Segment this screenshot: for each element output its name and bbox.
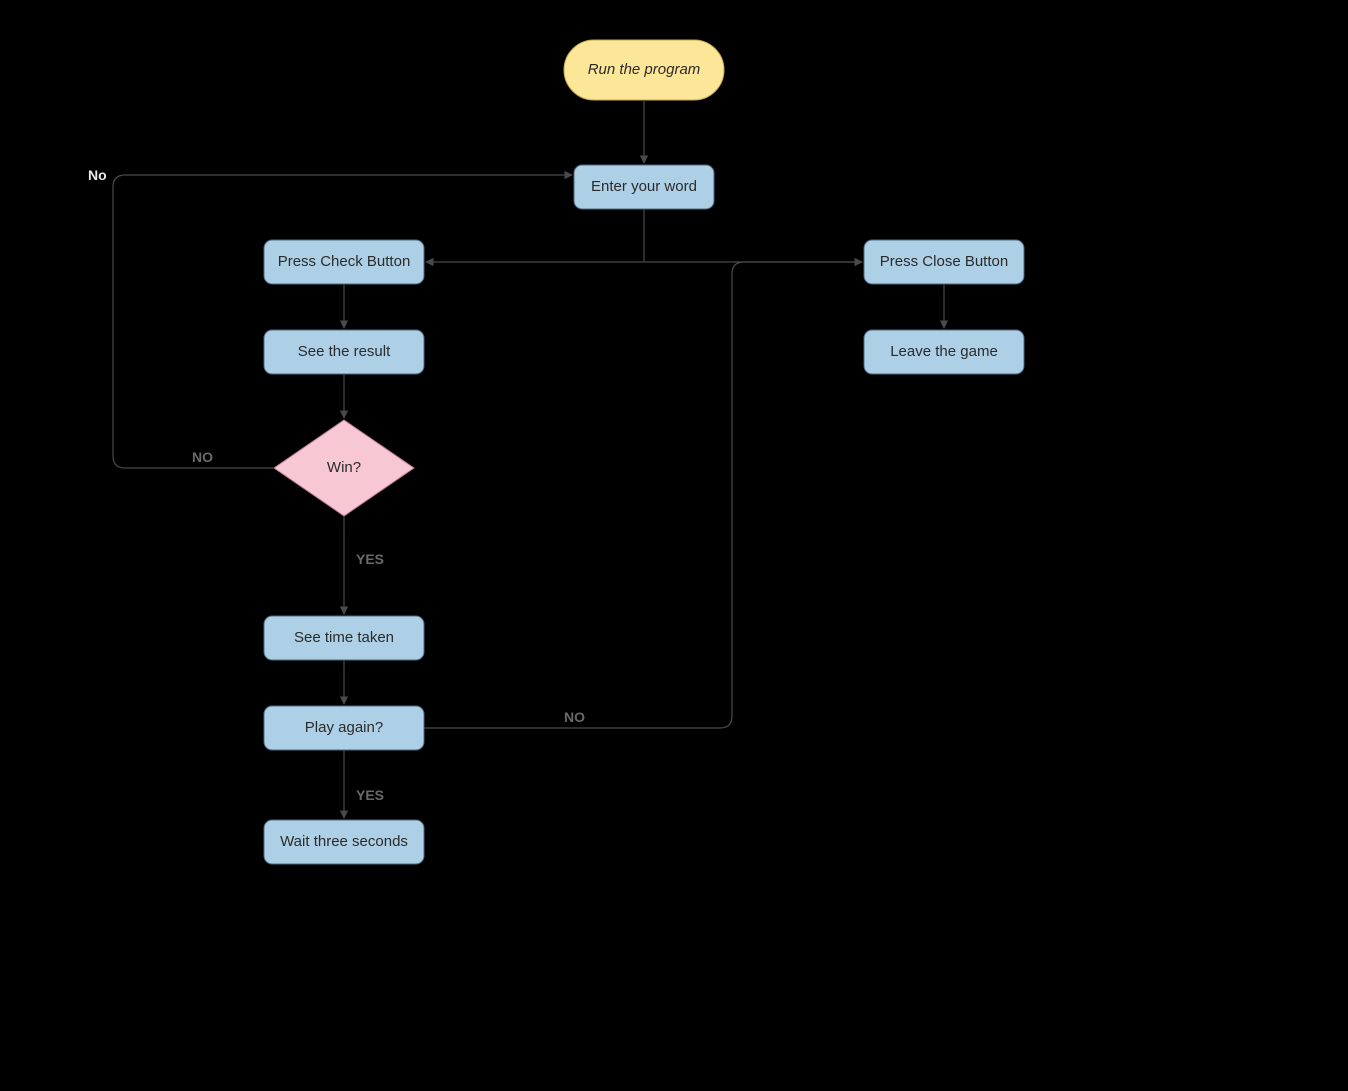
node-press-close: Press Close Button — [864, 240, 1024, 284]
node-wait-three-label: Wait three seconds — [280, 833, 408, 850]
node-press-close-label: Press Close Button — [880, 253, 1008, 270]
node-play-again: Play again? — [264, 706, 424, 750]
node-run-program-label: Run the program — [588, 61, 701, 78]
node-press-check: Press Check Button — [264, 240, 424, 284]
node-see-result-label: See the result — [298, 343, 391, 360]
node-leave-game: Leave the game — [864, 330, 1024, 374]
node-see-time: See time taken — [264, 616, 424, 660]
edge-again-no — [424, 262, 862, 728]
edge-win-no-label: NO — [192, 449, 213, 465]
node-enter-word-label: Enter your word — [591, 178, 697, 195]
node-leave-game-label: Leave the game — [890, 343, 998, 360]
node-wait-three: Wait three seconds — [264, 820, 424, 864]
edge-again-no-label: NO — [564, 709, 585, 725]
node-press-check-label: Press Check Button — [278, 253, 411, 270]
node-win-decision: Win? — [274, 420, 414, 516]
node-play-again-label: Play again? — [305, 719, 383, 736]
node-run-program: Run the program — [564, 40, 724, 100]
node-see-result: See the result — [264, 330, 424, 374]
edge-again-yes-label: YES — [356, 787, 384, 803]
edge-win-yes-label: YES — [356, 551, 384, 567]
edge-enter-no-label: No — [88, 167, 107, 183]
node-see-time-label: See time taken — [294, 629, 394, 646]
node-win-decision-label: Win? — [327, 459, 361, 476]
node-enter-word: Enter your word — [574, 165, 714, 209]
